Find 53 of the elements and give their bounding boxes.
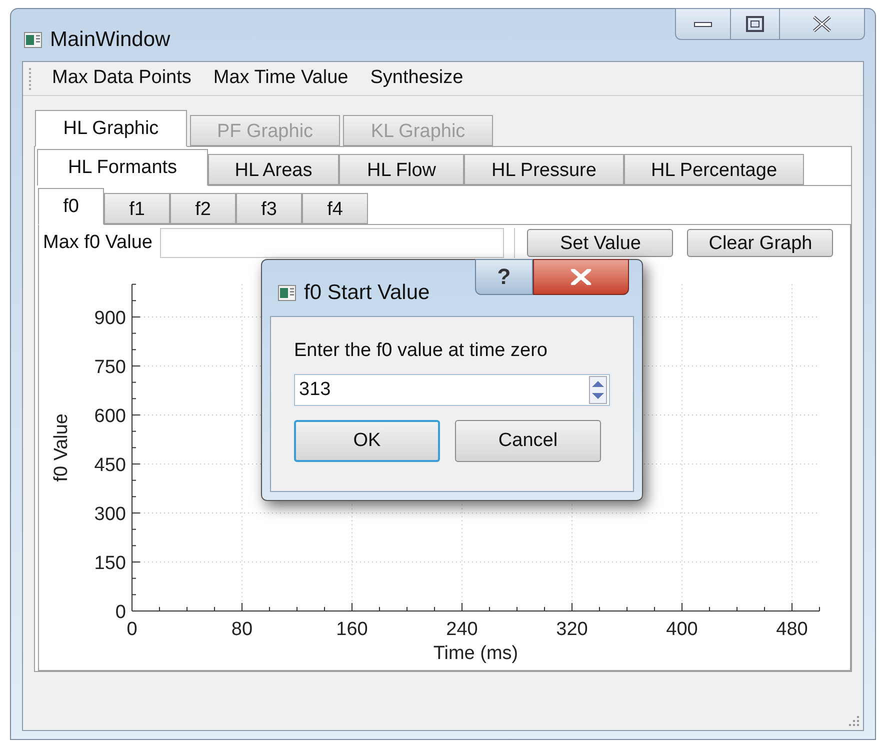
axis-tick-label: 160 [336, 619, 368, 640]
input-field[interactable] [160, 228, 504, 258]
axis-tick-label: 600 [94, 406, 126, 427]
field-label: Max f0 Value [43, 230, 152, 255]
menu-item[interactable]: Synthesize [370, 64, 464, 93]
tab[interactable]: HL Graphic [35, 110, 187, 147]
menu-item[interactable]: Max Time Value [213, 64, 348, 93]
number-spinbox[interactable]: 313 [294, 374, 610, 406]
spin-arrows-icon[interactable] [589, 376, 607, 404]
app-icon [24, 32, 42, 48]
action-button[interactable]: Set Value [527, 229, 674, 257]
axis-tick-label: 450 [94, 454, 126, 476]
prompt-text: Enter the f0 value at time zero [294, 341, 548, 360]
axis-tick-label: 480 [776, 619, 808, 640]
tab[interactable]: HL Formants [37, 149, 208, 186]
close-icon [570, 269, 592, 285]
close-icon [811, 16, 833, 32]
axis-tick-label: 0 [115, 602, 126, 623]
dialog-title: f0 Start Value [304, 280, 430, 306]
axis-tick-label: 80 [231, 619, 253, 640]
axis-title: Time (ms) [433, 643, 518, 664]
tab[interactable]: HL Flow [339, 154, 464, 185]
tab[interactable]: HL Pressure [464, 154, 624, 185]
close-button[interactable] [533, 259, 629, 295]
axis-tick-label: 240 [446, 619, 478, 640]
axis-tick-label: 0 [126, 619, 138, 640]
dialog-button[interactable]: Cancel [455, 420, 601, 462]
action-button[interactable]: Clear Graph [687, 229, 834, 257]
tab[interactable]: f4 [302, 193, 368, 224]
axis-title: f0 Value [51, 414, 72, 482]
menu-item[interactable]: Max Data Points [52, 64, 192, 93]
minimize-button[interactable] [675, 8, 731, 40]
tab[interactable]: f3 [236, 193, 302, 224]
axis-tick-label: 400 [666, 619, 698, 640]
axis-tick-label: 150 [94, 553, 126, 574]
resize-grip-icon[interactable] [848, 715, 860, 727]
help-button[interactable]: ? [475, 259, 533, 295]
window-title: MainWindow [50, 27, 170, 53]
axis-tick-label: 900 [94, 308, 126, 329]
maximize-button[interactable] [731, 8, 779, 40]
axis-tick-label: 300 [94, 504, 126, 525]
app-icon [278, 284, 296, 301]
spinbox-value: 313 [299, 378, 332, 402]
tab[interactable]: f1 [104, 193, 170, 224]
tab[interactable]: f0 [38, 188, 104, 225]
minimize-icon [694, 20, 712, 28]
tab[interactable]: HL Percentage [624, 154, 804, 185]
axis-tick-label: 320 [556, 619, 588, 640]
maximize-icon [746, 16, 764, 32]
tab[interactable]: HL Areas [208, 154, 339, 185]
dialog-button[interactable]: OK [294, 420, 440, 462]
tab[interactable]: f2 [170, 193, 236, 224]
axis-tick-label: 750 [94, 356, 126, 378]
